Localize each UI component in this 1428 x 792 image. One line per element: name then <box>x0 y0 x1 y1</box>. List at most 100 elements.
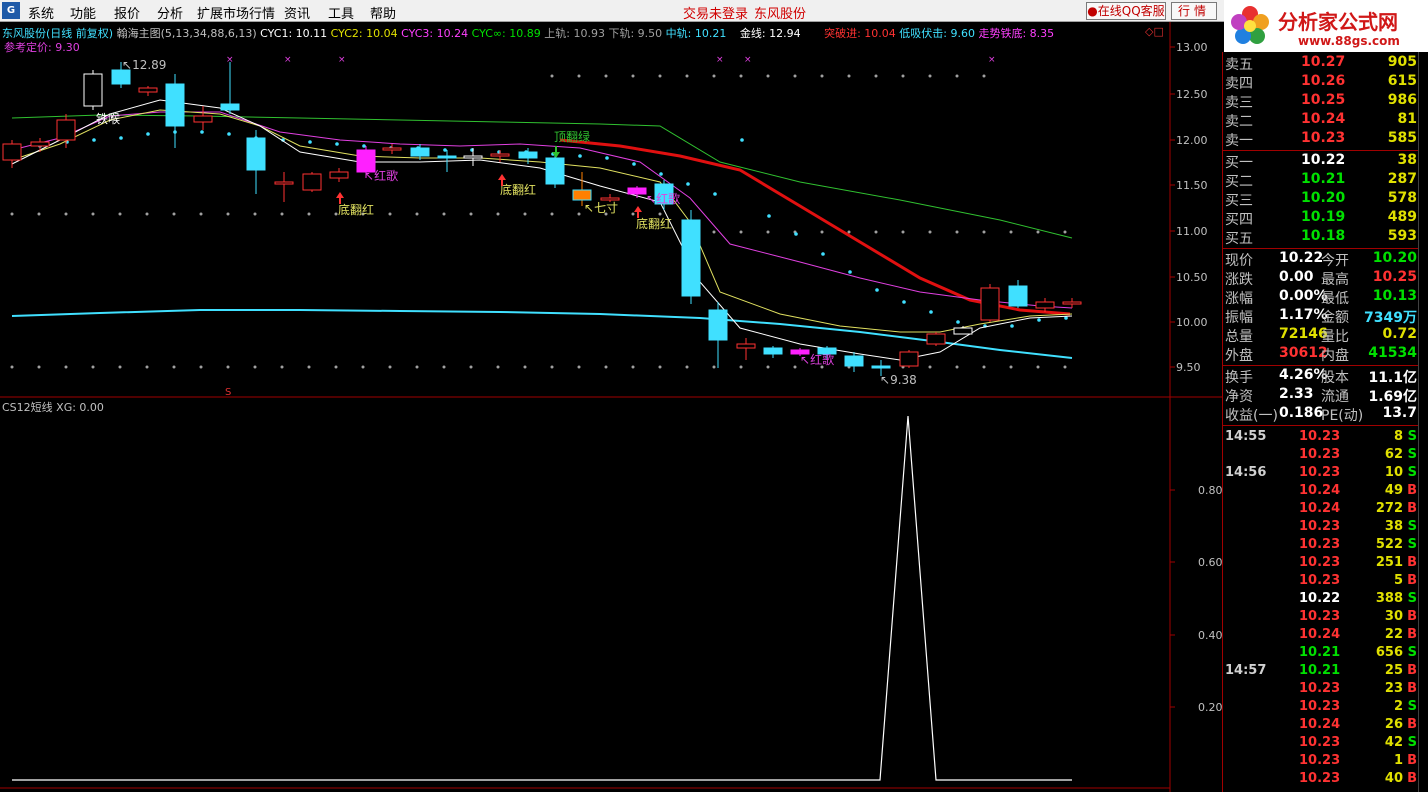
tick-row[interactable]: 14:56 10.23 10 S <box>1223 465 1419 483</box>
candle-body <box>518 151 538 159</box>
down-arrow-icon <box>552 146 560 158</box>
bid-row[interactable]: 买五 10.18 593 <box>1223 228 1419 247</box>
tick-row[interactable]: 10.23 522 S <box>1223 537 1419 555</box>
x-markers: × × × × × × <box>226 55 996 65</box>
band-dot <box>577 212 581 216</box>
ask-row[interactable]: 卖一 10.23 585 <box>1223 130 1419 149</box>
candle-body <box>410 147 430 157</box>
tick-flag: S <box>1407 537 1417 552</box>
band-dot <box>1010 324 1014 328</box>
tick-row[interactable]: 10.23 30 B <box>1223 609 1419 627</box>
band-dot <box>119 136 123 140</box>
y-tick: 12.00 <box>1176 134 1208 147</box>
stat-value: 10.22 <box>1279 250 1324 266</box>
tick-row[interactable]: 10.23 23 B <box>1223 681 1419 699</box>
bid-row[interactable]: 买二 10.21 287 <box>1223 171 1419 190</box>
band-dot <box>928 365 932 369</box>
bid-row[interactable]: 买四 10.19 489 <box>1223 209 1419 228</box>
fin-row[interactable]: 换手 4.26% 股本 11.1亿 <box>1223 367 1419 386</box>
band-dot <box>442 365 446 369</box>
cs12-signal-line <box>12 415 1072 781</box>
app-logo-icon[interactable]: G <box>2 2 20 19</box>
tick-row[interactable]: 10.24 272 B <box>1223 501 1419 519</box>
ask-volume: 986 <box>1387 92 1417 108</box>
tick-row[interactable]: 10.23 38 S <box>1223 519 1419 537</box>
band-dot <box>10 365 14 369</box>
svg-text:×: × <box>744 55 752 65</box>
menu-extended-market[interactable]: 扩展市场行情 <box>197 3 275 22</box>
bottom-red-label: 底翻红 <box>636 216 672 231</box>
tick-volume: 522 <box>1375 537 1403 552</box>
ask-row[interactable]: 卖三 10.25 986 <box>1223 92 1419 111</box>
tick-row[interactable]: 10.23 40 B <box>1223 771 1419 789</box>
ask-price: 10.24 <box>1301 111 1346 127</box>
ask-row[interactable]: 卖五 10.27 905 <box>1223 54 1419 73</box>
band-dot <box>658 74 662 78</box>
bid-price: 10.20 <box>1301 190 1346 206</box>
diamond-icon[interactable]: ◇□ <box>1145 25 1164 38</box>
tick-row[interactable]: 10.24 26 B <box>1223 717 1419 735</box>
candle-body <box>490 153 510 157</box>
tick-row[interactable]: 10.21 656 S <box>1223 645 1419 663</box>
menu-analysis[interactable]: 分析 <box>157 3 183 22</box>
candlesticks <box>2 62 1082 376</box>
stat-row[interactable]: 振幅 1.17% 金额 7349万 <box>1223 307 1419 326</box>
candle-body <box>708 309 728 341</box>
bid-row[interactable]: 买一 10.22 38 <box>1223 152 1419 171</box>
tick-row[interactable]: 10.22 388 S <box>1223 591 1419 609</box>
fin-row[interactable]: 净资 2.33 流通 1.69亿 <box>1223 386 1419 405</box>
tick-price: 10.23 <box>1299 447 1341 462</box>
tick-row[interactable]: 14:57 10.21 25 B <box>1223 663 1419 681</box>
fin-row[interactable]: 收益(一) 0.186 PE(动) 13.7 <box>1223 405 1419 424</box>
ask-row[interactable]: 卖四 10.26 615 <box>1223 73 1419 92</box>
ma-cyan-long <box>11 309 1073 359</box>
menu-system[interactable]: 系统 <box>28 3 54 22</box>
band-dot <box>1063 365 1067 369</box>
stat-row[interactable]: 涨幅 0.00% 最低 10.13 <box>1223 288 1419 307</box>
bottom-red-label: 底翻红 <box>338 202 374 217</box>
chart-area[interactable]: 13.00 12.50 12.00 11.50 11.00 10.50 10.0… <box>0 22 1222 792</box>
tick-row[interactable]: 10.23 1 B <box>1223 753 1419 771</box>
menu-function[interactable]: 功能 <box>70 3 96 22</box>
y-tick: 9.50 <box>1176 361 1201 374</box>
band-dot <box>469 365 473 369</box>
tick-row[interactable]: 10.24 49 B <box>1223 483 1419 501</box>
tick-price: 10.23 <box>1299 735 1341 750</box>
candle-body <box>274 181 294 185</box>
flower-logo-icon <box>1231 6 1269 44</box>
stat-row[interactable]: 外盘 30612 内盘 41534 <box>1223 345 1419 364</box>
band-dot <box>901 74 905 78</box>
tick-row[interactable]: 10.23 62 S <box>1223 447 1419 465</box>
menu-help[interactable]: 帮助 <box>370 3 396 22</box>
stat-row[interactable]: 涨跌 0.00 最高 10.25 <box>1223 269 1419 288</box>
menu-news[interactable]: 资讯 <box>284 3 310 22</box>
band-dot <box>199 212 203 216</box>
right-side-strip[interactable] <box>1418 52 1428 792</box>
bid-label: 买一 <box>1225 155 1253 171</box>
band-dot <box>199 365 203 369</box>
qq-service-button[interactable]: ●在线QQ客服 <box>1086 2 1166 20</box>
menu-quote[interactable]: 报价 <box>114 3 140 22</box>
band-dot <box>226 212 230 216</box>
band-dot <box>847 74 851 78</box>
stat-row[interactable]: 现价 10.22 今开 10.20 <box>1223 250 1419 269</box>
login-status[interactable]: 交易未登录 <box>683 3 748 22</box>
band-dot <box>659 172 663 176</box>
tick-volume: 8 <box>1393 429 1403 444</box>
ma-magenta-line <box>11 111 1073 309</box>
tick-row[interactable]: 10.23 5 B <box>1223 573 1419 591</box>
tick-row[interactable]: 10.23 251 B <box>1223 555 1419 573</box>
ask-row[interactable]: 卖二 10.24 81 <box>1223 111 1419 130</box>
menu-tools[interactable]: 工具 <box>328 3 354 22</box>
tick-row[interactable]: 10.23 2 S <box>1223 699 1419 717</box>
stat-row[interactable]: 总量 72146 量比 0.72 <box>1223 326 1419 345</box>
tick-row[interactable]: 14:55 10.23 8 S <box>1223 429 1419 447</box>
tick-row[interactable]: 10.24 22 B <box>1223 627 1419 645</box>
tick-price: 10.23 <box>1299 753 1341 768</box>
trend-bottom-value: 走势铁底: 8.35 <box>978 27 1055 40</box>
band-dot <box>307 212 311 216</box>
tick-row[interactable]: 10.23 42 S <box>1223 735 1419 753</box>
quote-button[interactable]: 行情 <box>1171 2 1217 20</box>
band-dot <box>604 74 608 78</box>
bid-row[interactable]: 买三 10.20 578 <box>1223 190 1419 209</box>
